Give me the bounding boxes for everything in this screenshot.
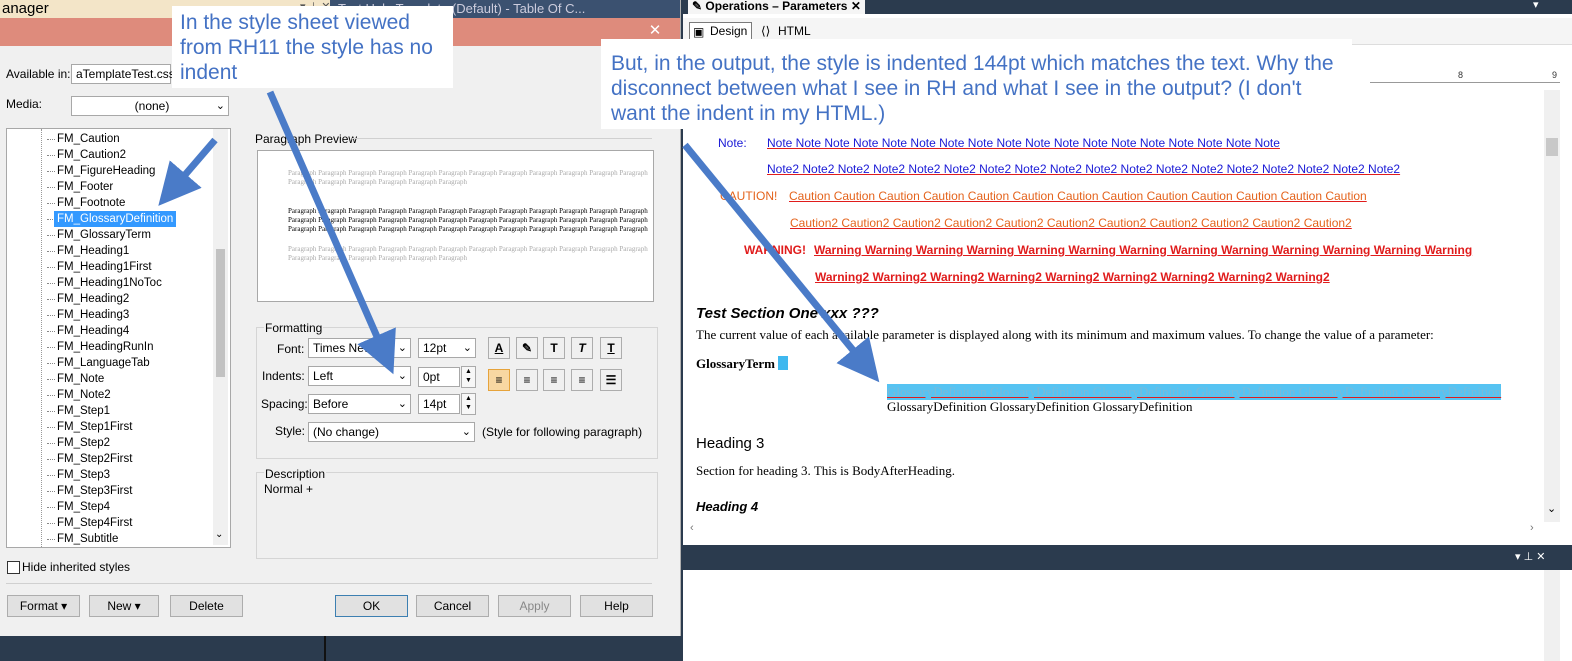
annotation-arrows xyxy=(158,90,880,383)
arrow-to-output xyxy=(682,142,880,383)
arrow-to-indent xyxy=(266,90,396,375)
arrow-to-style xyxy=(158,137,218,206)
